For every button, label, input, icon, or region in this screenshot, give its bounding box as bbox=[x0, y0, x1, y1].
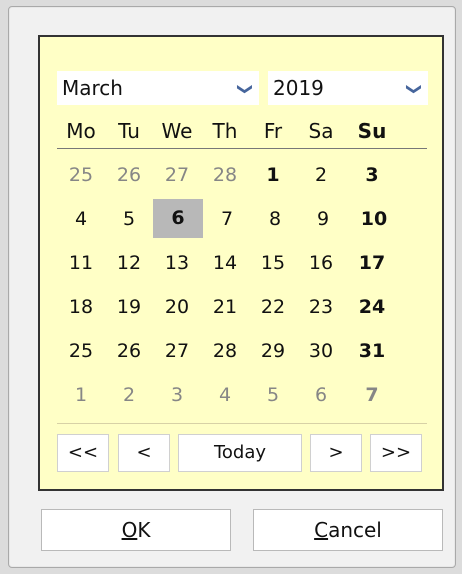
calendar-week: 1 2 3 4 5 6 7 bbox=[57, 373, 427, 417]
calendar-day[interactable]: 17 bbox=[349, 241, 395, 285]
calendar-day[interactable]: 3 bbox=[349, 153, 395, 197]
calendar-day[interactable]: 18 bbox=[57, 285, 105, 329]
calendar-day[interactable]: 4 bbox=[201, 373, 249, 417]
calendar-day[interactable]: 27 bbox=[153, 153, 201, 197]
calendar-day[interactable]: 1 bbox=[57, 373, 105, 417]
year-select[interactable]: 2019 ❯ bbox=[268, 71, 428, 105]
calendar-day[interactable]: 6 bbox=[297, 373, 345, 417]
calendar-day[interactable]: 20 bbox=[153, 285, 201, 329]
calendar-day[interactable]: 7 bbox=[203, 197, 251, 241]
weekday-sunday: Su bbox=[357, 119, 387, 143]
weekday-thursday: Th bbox=[212, 119, 238, 143]
calendar-day[interactable]: 30 bbox=[297, 329, 345, 373]
chevron-down-icon: ❯ bbox=[236, 82, 255, 96]
calendar-week: 25 26 27 28 29 30 31 bbox=[57, 329, 427, 373]
calendar-day[interactable]: 3 bbox=[153, 373, 201, 417]
month-year-selectors: March ❯ 2019 ❯ bbox=[57, 71, 428, 105]
calendar-navigation: << < Today > >> bbox=[57, 434, 427, 472]
calendar-day[interactable]: 11 bbox=[57, 241, 105, 285]
today-button[interactable]: Today bbox=[178, 434, 302, 472]
calendar-day[interactable]: 5 bbox=[249, 373, 297, 417]
calendar-day[interactable]: 10 bbox=[351, 197, 397, 241]
calendar-day[interactable]: 8 bbox=[251, 197, 299, 241]
calendar-day[interactable]: 13 bbox=[153, 241, 201, 285]
calendar-day[interactable]: 9 bbox=[299, 197, 347, 241]
calendar-day[interactable]: 2 bbox=[297, 153, 345, 197]
ok-label-rest: K bbox=[137, 518, 151, 542]
weekday-friday: Fr bbox=[263, 119, 283, 143]
calendar-divider bbox=[57, 423, 427, 424]
weekday-wednesday: We bbox=[161, 119, 193, 143]
calendar-day[interactable]: 24 bbox=[349, 285, 395, 329]
calendar-day[interactable]: 23 bbox=[297, 285, 345, 329]
calendar-day[interactable]: 21 bbox=[201, 285, 249, 329]
calendar-day[interactable]: 2 bbox=[105, 373, 153, 417]
calendar-day[interactable]: 26 bbox=[105, 153, 153, 197]
next-month-button[interactable]: > bbox=[310, 434, 362, 472]
calendar-week: 11 12 13 14 15 16 17 bbox=[57, 241, 427, 285]
calendar-day[interactable]: 22 bbox=[249, 285, 297, 329]
calendar-day[interactable]: 7 bbox=[349, 373, 395, 417]
ok-button[interactable]: OK bbox=[41, 509, 231, 551]
previous-month-button[interactable]: < bbox=[118, 434, 170, 472]
weekday-monday: Mo bbox=[66, 119, 96, 143]
weekday-saturday: Sa bbox=[308, 119, 334, 143]
calendar-week: 4 5 6 7 8 9 10 bbox=[57, 197, 427, 241]
last-page-button[interactable]: >> bbox=[370, 434, 422, 472]
month-select-value: March bbox=[62, 76, 123, 100]
ok-access-key: O bbox=[121, 518, 138, 542]
calendar-day[interactable]: 26 bbox=[105, 329, 153, 373]
calendar-day[interactable]: 19 bbox=[105, 285, 153, 329]
calendar-week: 25 26 27 28 1 2 3 bbox=[57, 153, 427, 197]
weekday-tuesday: Tu bbox=[118, 119, 140, 143]
first-page-button[interactable]: << bbox=[57, 434, 109, 472]
calendar-day[interactable]: 28 bbox=[201, 329, 249, 373]
cancel-access-key: C bbox=[314, 518, 329, 542]
calendar-content: March ❯ 2019 ❯ Mo Tu We Th Fr Sa Su 25 2… bbox=[40, 37, 442, 489]
month-select[interactable]: March ❯ bbox=[57, 71, 259, 105]
calendar-day[interactable]: 15 bbox=[249, 241, 297, 285]
calendar-day[interactable]: 25 bbox=[57, 153, 105, 197]
calendar-week: 18 19 20 21 22 23 24 bbox=[57, 285, 427, 329]
cancel-button[interactable]: Cancel bbox=[253, 509, 443, 551]
cancel-label-rest: ancel bbox=[328, 518, 382, 542]
calendar-day[interactable]: 5 bbox=[105, 197, 153, 241]
calendar-day[interactable]: 28 bbox=[201, 153, 249, 197]
calendar-day[interactable]: 16 bbox=[297, 241, 345, 285]
calendar-day[interactable]: 1 bbox=[249, 153, 297, 197]
chevron-down-icon: ❯ bbox=[405, 82, 424, 96]
calendar-day[interactable]: 29 bbox=[249, 329, 297, 373]
calendar-day[interactable]: 12 bbox=[105, 241, 153, 285]
weekday-header: Mo Tu We Th Fr Sa Su bbox=[57, 113, 427, 149]
selected-calendar-day[interactable]: 6 bbox=[153, 199, 203, 238]
calendar-day[interactable]: 27 bbox=[153, 329, 201, 373]
date-picker-dialog: March ❯ 2019 ❯ Mo Tu We Th Fr Sa Su 25 2… bbox=[8, 6, 456, 568]
calendar-panel: March ❯ 2019 ❯ Mo Tu We Th Fr Sa Su 25 2… bbox=[38, 35, 444, 491]
year-select-value: 2019 bbox=[273, 76, 324, 100]
calendar-day[interactable]: 31 bbox=[349, 329, 395, 373]
calendar-day[interactable]: 25 bbox=[57, 329, 105, 373]
calendar-day[interactable]: 4 bbox=[57, 197, 105, 241]
calendar-day[interactable]: 14 bbox=[201, 241, 249, 285]
